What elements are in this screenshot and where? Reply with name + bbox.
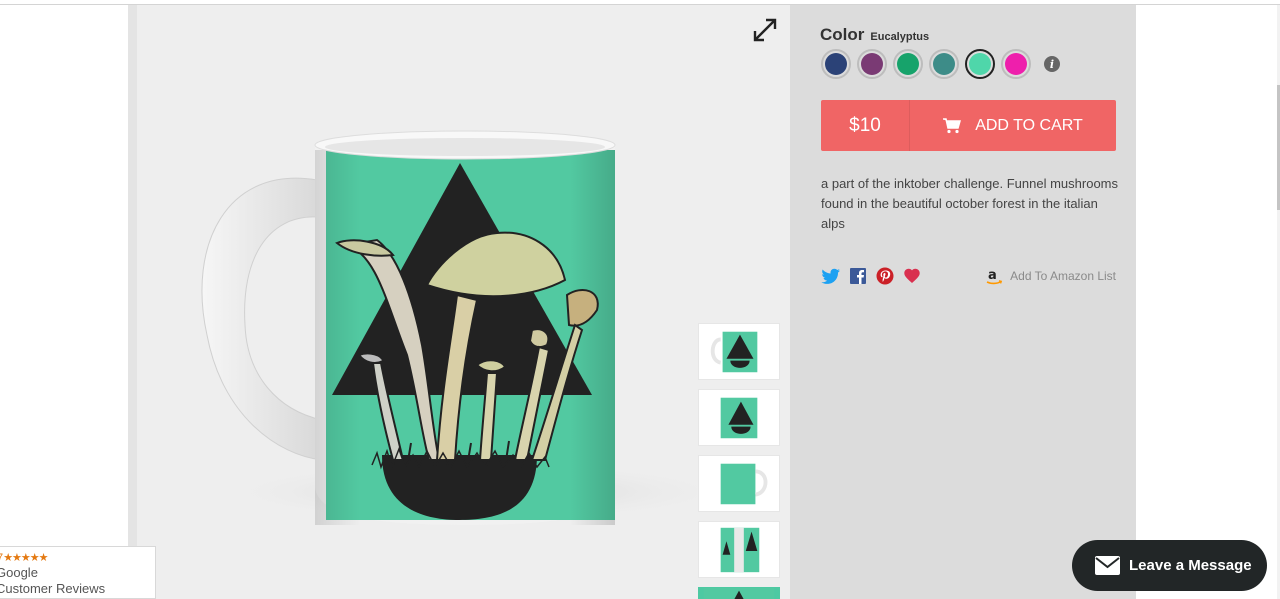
thumbnail-front[interactable] — [698, 389, 780, 446]
add-to-cart-label: ADD TO CART — [975, 116, 1083, 134]
thumbnail-partial[interactable] — [698, 587, 780, 599]
product-details-panel: Color Eucalyptus i $10 ADD TO CART a par… — [790, 5, 1136, 599]
selected-color-name: Eucalyptus — [870, 31, 930, 43]
star-rating-icon: ★★★★★ — [3, 552, 48, 564]
amazon-list-label: Add To Amazon List — [1010, 269, 1116, 283]
gallery-left-edge — [128, 5, 137, 599]
mug-image — [201, 130, 697, 525]
add-to-cart-button[interactable]: $10 ADD TO CART — [821, 100, 1116, 151]
price: $10 — [821, 100, 910, 151]
envelope-icon — [1095, 556, 1120, 575]
svg-text:a: a — [988, 268, 997, 283]
page: Color Eucalyptus i $10 ADD TO CART a par… — [0, 0, 1280, 599]
swatch-plum[interactable] — [857, 49, 887, 79]
thumbnail-back[interactable] — [698, 455, 780, 512]
expand-icon[interactable] — [752, 17, 778, 43]
swatch-magenta[interactable] — [1001, 49, 1031, 79]
color-selector-header: Color Eucalyptus — [820, 25, 929, 45]
swatch-navy[interactable] — [821, 49, 851, 79]
share-row: a Add To Amazon List — [821, 266, 1116, 286]
leave-message-button[interactable]: Leave a Message — [1072, 540, 1267, 591]
color-swatches: i — [821, 49, 1060, 79]
info-icon[interactable]: i — [1044, 56, 1060, 72]
reviews-caption: Customer Reviews — [0, 581, 106, 596]
cart-icon — [943, 117, 962, 133]
facebook-icon[interactable] — [848, 266, 868, 286]
color-label: Color — [820, 25, 865, 44]
swatch-green[interactable] — [893, 49, 923, 79]
product-description: a part of the inktober challenge. Funnel… — [821, 176, 1119, 231]
swatch-teal[interactable] — [929, 49, 959, 79]
thumbnail-list — [698, 323, 780, 599]
leave-message-label: Leave a Message — [1129, 557, 1252, 574]
amazon-icon: a — [986, 268, 1003, 285]
swatch-eucalyptus[interactable] — [965, 49, 995, 79]
google-reviews-badge[interactable]: .7★★★★★ Google Customer Reviews — [0, 546, 156, 599]
add-to-amazon-list-link[interactable]: a Add To Amazon List — [984, 266, 1116, 286]
heart-icon[interactable] — [902, 266, 922, 286]
reviews-source: Google — [0, 565, 38, 580]
reviews-rating: .7★★★★★ — [0, 551, 49, 564]
product-image-area — [137, 5, 790, 599]
pinterest-icon[interactable] — [875, 266, 895, 286]
add-to-cart-label-group: ADD TO CART — [910, 100, 1116, 151]
thumbnail-front-left[interactable] — [698, 323, 780, 380]
thumbnail-side[interactable] — [698, 521, 780, 578]
twitter-icon[interactable] — [821, 266, 841, 286]
